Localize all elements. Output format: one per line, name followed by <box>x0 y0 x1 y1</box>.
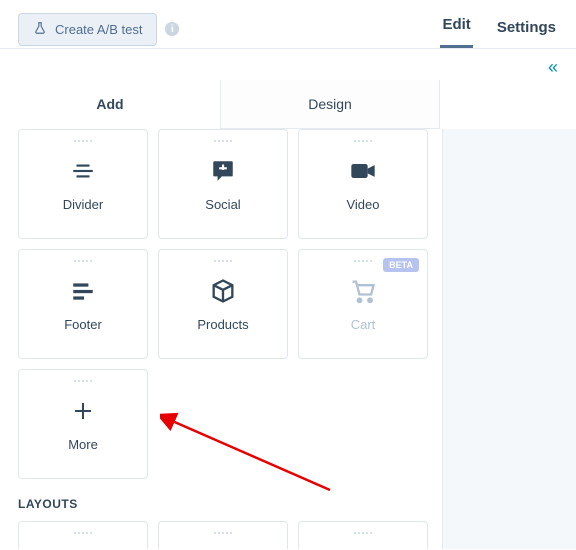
video-icon <box>349 157 377 185</box>
plus-icon <box>69 397 97 425</box>
sub-tab-add[interactable]: Add <box>0 80 220 129</box>
content-blocks-grid: Divider Social Video <box>18 129 428 479</box>
layouts-grid <box>18 521 428 549</box>
topbar-tabs: Edit Settings <box>440 10 558 48</box>
topbar: Create A/B test i Edit Settings <box>0 0 576 48</box>
create-ab-test-button[interactable]: Create A/B test <box>18 13 157 46</box>
block-more[interactable]: More <box>18 369 148 479</box>
content-panel[interactable]: Divider Social Video <box>0 129 442 549</box>
tab-settings[interactable]: Settings <box>495 19 558 48</box>
drag-dots-icon <box>214 532 232 534</box>
block-social[interactable]: Social <box>158 129 288 239</box>
block-products[interactable]: Products <box>158 249 288 359</box>
divider-icon <box>69 157 97 185</box>
layout-card[interactable] <box>18 521 148 549</box>
panel-area: Divider Social Video <box>0 129 576 549</box>
collapse-row: « <box>0 48 576 80</box>
drag-dots-icon <box>354 532 372 534</box>
drag-dots-icon <box>74 260 92 262</box>
drag-dots-icon <box>354 140 372 142</box>
layouts-heading: LAYOUTS <box>18 497 428 511</box>
footer-icon <box>69 277 97 305</box>
block-label: Footer <box>64 317 102 332</box>
drag-dots-icon <box>74 532 92 534</box>
drag-dots-icon <box>74 380 92 382</box>
block-divider[interactable]: Divider <box>18 129 148 239</box>
info-icon[interactable]: i <box>165 22 179 36</box>
block-cart[interactable]: BETA Cart <box>298 249 428 359</box>
beta-badge: BETA <box>383 258 419 272</box>
block-label: Video <box>346 197 379 212</box>
block-label: Cart <box>351 317 376 332</box>
layout-card[interactable] <box>158 521 288 549</box>
preview-strip <box>442 129 576 549</box>
topbar-left: Create A/B test i <box>18 13 179 46</box>
drag-dots-icon <box>354 260 372 262</box>
sub-tab-design[interactable]: Design <box>220 80 440 129</box>
block-video[interactable]: Video <box>298 129 428 239</box>
drag-dots-icon <box>74 140 92 142</box>
drag-dots-icon <box>214 260 232 262</box>
block-footer[interactable]: Footer <box>18 249 148 359</box>
sub-tabs: Add Design <box>0 80 440 129</box>
layout-card[interactable] <box>298 521 428 549</box>
block-label: More <box>68 437 98 452</box>
tab-edit[interactable]: Edit <box>440 16 472 48</box>
block-label: Social <box>205 197 240 212</box>
block-label: Products <box>197 317 248 332</box>
products-icon <box>209 277 237 305</box>
drag-dots-icon <box>214 140 232 142</box>
flask-icon <box>33 21 47 38</box>
ab-button-label: Create A/B test <box>55 22 142 37</box>
cart-icon <box>349 277 377 305</box>
collapse-panel-button[interactable]: « <box>542 55 564 80</box>
social-icon <box>209 157 237 185</box>
block-label: Divider <box>63 197 103 212</box>
